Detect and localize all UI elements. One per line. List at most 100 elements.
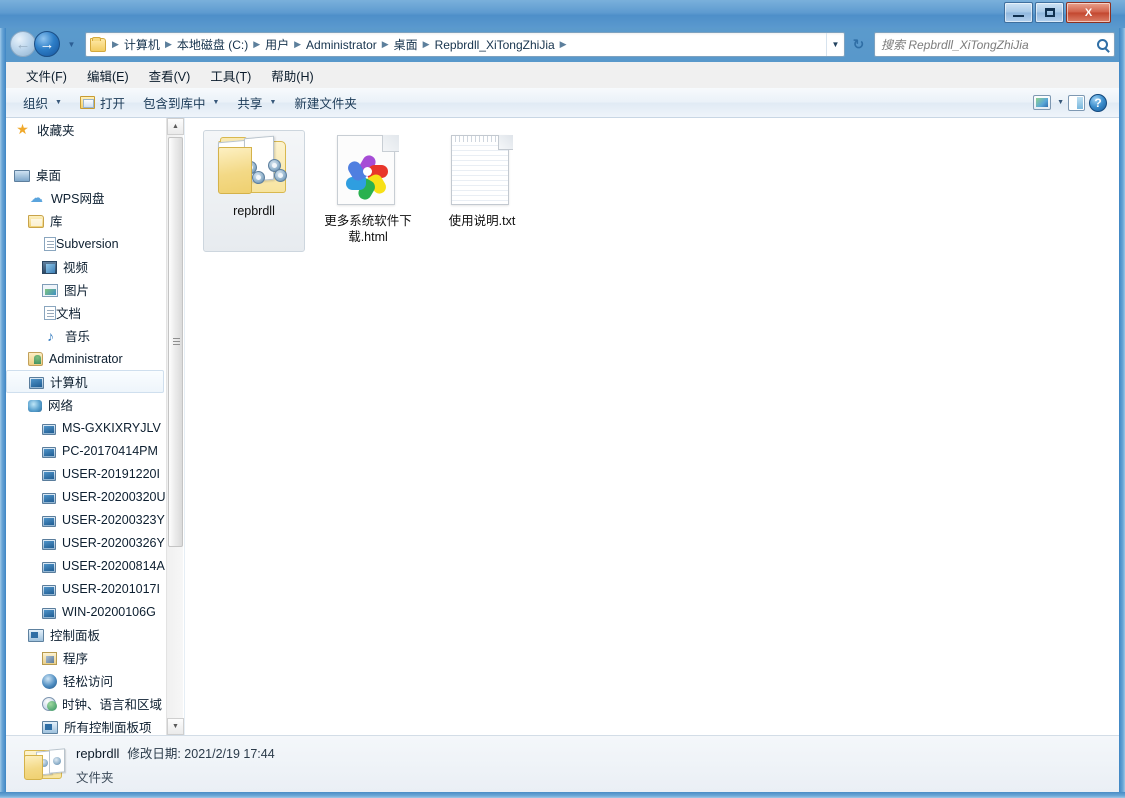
- sidebar-item-10[interactable]: 计算机: [6, 370, 164, 393]
- network-pc-icon: [42, 492, 56, 504]
- back-arrow-icon: ←: [15, 35, 31, 53]
- menu-help[interactable]: 帮助(H): [261, 63, 323, 88]
- scroll-down-button[interactable]: ▼: [167, 718, 184, 735]
- sidebar-item-label: USER-20200326Y: [62, 535, 165, 550]
- sidebar-item-2[interactable]: ☁ WPS网盘: [6, 186, 166, 209]
- sidebar-item-13[interactable]: PC-20170414PM: [6, 439, 166, 462]
- close-button[interactable]: X: [1066, 2, 1111, 23]
- sidebar-item-12[interactable]: MS-GXKIXRYJLV: [6, 416, 166, 439]
- network-icon: [28, 399, 42, 412]
- preview-pane-icon[interactable]: [1068, 94, 1085, 111]
- sidebar-item-label: Subversion: [56, 236, 119, 251]
- new-folder-label: 新建文件夹: [294, 97, 357, 111]
- sidebar-item-23[interactable]: 轻松访问: [6, 669, 166, 692]
- sidebar-item-3[interactable]: 库: [6, 209, 166, 232]
- scroll-up-button[interactable]: ▲: [167, 118, 184, 135]
- refresh-button[interactable]: ↻: [845, 32, 872, 57]
- network-pc-icon: [42, 446, 56, 458]
- sidebar-item-label: 库: [50, 215, 63, 229]
- sidebar-item-label: WIN-20200106G: [62, 604, 156, 619]
- organize-button[interactable]: 组织 ▼: [14, 89, 71, 116]
- sidebar-item-1[interactable]: 桌面: [6, 163, 166, 186]
- sidebar-item-label: 轻松访问: [63, 675, 114, 689]
- sidebar-item-6[interactable]: 图片: [6, 278, 166, 301]
- breadcrumb-separator: ▶: [112, 39, 119, 49]
- sidebar-item-17[interactable]: USER-20200326Y: [6, 531, 166, 554]
- change-view-icon[interactable]: [1033, 95, 1052, 110]
- sidebar-item-7[interactable]: 文档: [6, 301, 166, 324]
- sidebar-item-22[interactable]: 程序: [6, 646, 166, 669]
- navigation-scrollbar[interactable]: ▲ ▼: [166, 118, 184, 735]
- maximize-button[interactable]: [1035, 2, 1064, 23]
- sidebar-item-5[interactable]: 视频: [6, 255, 166, 278]
- share-button[interactable]: 共享 ▼: [228, 89, 285, 116]
- sidebar-item-21[interactable]: 控制面板: [6, 623, 166, 646]
- menu-edit[interactable]: 编辑(E): [77, 63, 139, 88]
- scrollbar-thumb[interactable]: [168, 137, 183, 547]
- sidebar-item-11[interactable]: 网络: [6, 393, 166, 416]
- breadcrumb-item-5[interactable]: Repbrdll_XiTongZhiJia: [435, 38, 555, 52]
- navigation-tree: ★ 收藏夹桌面 ☁ WPS网盘库 Subversion 视频 图片 文档 ♪ 音乐 Administ…: [6, 118, 166, 735]
- status-item-name: repbrdll: [76, 745, 120, 761]
- sidebar-item-14[interactable]: USER-20191220I: [6, 462, 166, 485]
- library-icon: [28, 215, 44, 228]
- breadcrumb-separator: ▶: [422, 39, 430, 49]
- control-panel-icon: [28, 629, 44, 642]
- menu-file[interactable]: 文件(F): [16, 63, 77, 88]
- recent-pages-button[interactable]: ▼: [65, 31, 78, 57]
- explorer-body: ★ 收藏夹桌面 ☁ WPS网盘库 Subversion 视频 图片 文档 ♪ 音乐 Administ…: [6, 118, 1119, 735]
- search-input[interactable]: 搜索 Repbrdll_XiTongZhiJia: [881, 36, 1097, 53]
- file-name-label: repbrdll: [233, 204, 275, 218]
- breadcrumb-item-1[interactable]: 本地磁盘 (C:): [177, 36, 248, 53]
- sidebar-item-18[interactable]: USER-20200814A: [6, 554, 166, 577]
- file-item[interactable]: repbrdll: [203, 130, 305, 252]
- address-bar[interactable]: ▶ 计算机 ▶ 本地磁盘 (C:) ▶ 用户 ▶ Administrator ▶…: [85, 32, 845, 57]
- sidebar-item-0[interactable]: ★ 收藏夹: [6, 118, 166, 141]
- documents-icon: [44, 306, 56, 320]
- network-pc-icon: [42, 584, 56, 596]
- sidebar-item-4[interactable]: Subversion: [6, 232, 166, 255]
- new-folder-button[interactable]: 新建文件夹: [285, 89, 366, 116]
- chevron-down-icon: ▼: [172, 723, 179, 730]
- breadcrumb-item-4[interactable]: 桌面: [394, 36, 418, 53]
- sidebar-item-24[interactable]: 时钟、语言和区域: [6, 692, 166, 715]
- pictures-icon: [42, 284, 58, 297]
- sidebar-item-label: USER-20200323Y: [62, 512, 165, 527]
- chevron-down-icon: ▼: [55, 99, 62, 106]
- sidebar-item-19[interactable]: USER-20201017I: [6, 577, 166, 600]
- breadcrumb-separator: ▶: [559, 39, 567, 49]
- sidebar-item-25[interactable]: 所有控制面板项: [6, 715, 166, 735]
- include-in-library-button[interactable]: 包含到库中 ▼: [134, 89, 228, 116]
- forward-button[interactable]: →: [34, 31, 60, 57]
- sidebar-item-label: PC-20170414PM: [62, 443, 158, 458]
- refresh-icon: ↻: [852, 36, 865, 52]
- help-icon[interactable]: ?: [1089, 93, 1107, 112]
- breadcrumb-item-3[interactable]: Administrator: [306, 38, 377, 52]
- address-dropdown-button[interactable]: ▼: [826, 33, 844, 56]
- forward-arrow-icon: →: [39, 35, 55, 53]
- breadcrumb-separator: ▶: [381, 39, 389, 49]
- breadcrumb-separator: ▶: [294, 39, 302, 49]
- open-button[interactable]: 打开: [71, 89, 134, 116]
- chevron-down-icon[interactable]: ▼: [1057, 99, 1064, 106]
- network-pc-icon: [42, 561, 56, 573]
- user-icon: [28, 352, 43, 366]
- sidebar-item-8[interactable]: ♪ 音乐: [6, 324, 166, 347]
- sidebar-item-15[interactable]: USER-20200320U: [6, 485, 166, 508]
- file-item[interactable]: 使用说明.txt: [431, 130, 533, 252]
- sidebar-item-9[interactable]: Administrator: [6, 347, 166, 370]
- minimize-button[interactable]: [1004, 2, 1033, 23]
- sidebar-item-label: USER-20200814A: [62, 558, 165, 573]
- file-list[interactable]: repbrdll 更多系统软件下载.html 使用说明.txt: [184, 118, 1119, 735]
- sidebar-item-label: MS-GXKIXRYJLV: [62, 420, 161, 435]
- breadcrumb-item-0[interactable]: 计算机: [124, 36, 160, 53]
- breadcrumb-item-2[interactable]: 用户: [265, 36, 289, 53]
- sidebar-item-16[interactable]: USER-20200323Y: [6, 508, 166, 531]
- file-item[interactable]: 更多系统软件下载.html: [317, 130, 419, 252]
- menu-view[interactable]: 查看(V): [139, 63, 201, 88]
- menu-tools[interactable]: 工具(T): [200, 63, 261, 88]
- sidebar-item-20[interactable]: WIN-20200106G: [6, 600, 166, 623]
- search-box[interactable]: 搜索 Repbrdll_XiTongZhiJia: [874, 32, 1115, 57]
- back-button[interactable]: ←: [10, 31, 36, 57]
- title-bar: X: [0, 0, 1125, 28]
